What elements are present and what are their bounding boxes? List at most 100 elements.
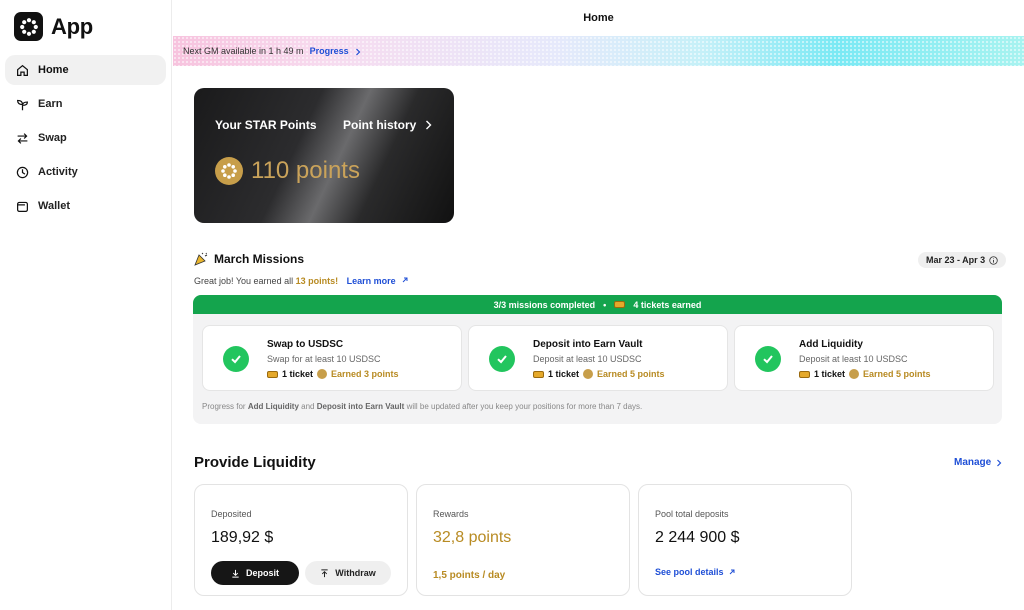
check-circle-icon [489,346,515,372]
ticket-icon [533,370,544,378]
missions-subtitle: Great job! You earned all 13 points! Lea… [194,276,409,286]
ticket-icon [614,301,626,308]
sidebar-item-label: Home [38,64,69,76]
star-coin-icon [317,369,328,379]
swap-arrows-icon [17,132,28,144]
note-text: will be updated after you keep your posi… [406,402,643,411]
note-bold: Add Liquidity [247,402,299,411]
info-icon [989,255,998,265]
mission-desc: Swap for at least 10 USDSC [267,354,381,364]
deposited-label: Deposited [211,509,252,519]
point-history-label: Point history [343,118,417,132]
mission-card-deposit-vault[interactable]: Deposit into Earn Vault Deposit at least… [468,325,728,391]
sidebar-item-activity[interactable]: Activity [5,157,166,187]
mission-desc: Deposit at least 10 USDSC [799,354,908,364]
rewards-card: Rewards 32,8 points 1,5 points / day [416,484,630,596]
chevron-right-icon [356,48,361,56]
mission-name: Add Liquidity [799,339,863,350]
point-history-link[interactable]: Point history [343,118,433,132]
deposit-button[interactable]: Deposit [211,561,299,585]
note-text: Progress for [202,402,246,411]
mission-earned: Earned 5 points [863,369,931,379]
home-icon [17,64,28,76]
missions-note: Progress for Add Liquidity and Deposit i… [202,402,642,411]
mission-desc: Deposit at least 10 USDSC [533,354,642,364]
deposited-value: 189,92 $ [211,529,274,546]
app-name: App [51,13,93,39]
pool-deposits-card: Pool total deposits 2 244 900 $ See pool… [638,484,852,596]
mission-name: Deposit into Earn Vault [533,339,643,350]
external-link-icon [402,277,408,283]
ticket-icon [799,370,810,378]
missions-title: March Missions [214,252,305,266]
see-pool-details-link[interactable]: See pool details [655,567,736,577]
wallet-icon [17,201,28,212]
mission-ticket: 1 ticket [548,369,580,379]
mission-ticket: 1 ticket [814,369,846,379]
deposit-label: Deposit [245,568,279,578]
mission-reward: 1 ticket Earned 5 points [533,369,665,379]
note-bold: Deposit into Earn Vault [316,402,405,411]
upload-icon [321,568,328,577]
liquidity-title: Provide Liquidity [194,454,316,471]
points-value: 110 points [251,157,360,184]
learn-more-link[interactable]: Learn more [347,276,410,286]
sidebar-item-label: Swap [38,132,67,144]
app-logo-icon [14,12,43,41]
missions-subtitle-prefix: Great job! You earned all [194,276,294,286]
star-coin-icon [583,369,594,379]
gm-banner: Next GM available in 1 h 49 m Progress [173,36,1024,66]
tickets-earned-text: 4 tickets earned [633,299,702,310]
progress-link-label: Progress [309,46,349,56]
date-range-text: Mar 23 - Apr 3 [926,255,986,265]
note-text: and [301,402,315,411]
missions-date-range[interactable]: Mar 23 - Apr 3 [918,252,1007,268]
mission-name: Swap to USDSC [267,339,344,350]
missions-completed-text: 3/3 missions completed [493,299,596,310]
star-coin-icon [849,369,860,379]
missions-earned-points: 13 points! [295,276,339,286]
pool-details-label: See pool details [655,567,724,577]
progress-link[interactable]: Progress [310,46,363,56]
sidebar-item-label: Wallet [38,200,70,212]
missions-status-strip: 3/3 missions completed • 4 tickets earne… [193,295,1002,314]
sidebar-item-swap[interactable]: Swap [5,123,166,153]
brand[interactable]: App [14,12,93,41]
points-balance: 110 points [215,157,360,185]
sidebar-item-earn[interactable]: Earn [5,89,166,119]
sidebar: App Home Earn Swap Activity Wallet [0,0,172,610]
chevron-right-icon [426,120,432,130]
external-link-icon [729,569,735,575]
star-points-card: Your STAR Points Point history 110 point… [194,88,454,223]
learn-more-label: Learn more [346,276,396,286]
manage-link[interactable]: Manage [954,457,1003,468]
mission-earned: Earned 5 points [597,369,665,379]
withdraw-label: Withdraw [335,568,376,578]
sidebar-item-label: Earn [38,98,63,110]
gm-countdown-text: Next GM available in 1 h 49 m [183,46,304,56]
mission-earned: Earned 3 points [331,369,399,379]
status-separator: • [603,299,607,310]
mission-ticket: 1 ticket [282,369,314,379]
manage-label: Manage [954,457,992,468]
check-circle-icon [223,346,249,372]
ticket-icon [267,370,278,378]
rewards-rate: 1,5 points / day [433,570,506,581]
sidebar-item-label: Activity [38,166,78,178]
top-bar: Home [173,0,1024,36]
page-title: Home [583,12,614,24]
missions-header: March Missions [194,252,304,266]
withdraw-button[interactable]: Withdraw [305,561,391,585]
party-popper-icon [194,252,208,266]
points-card-title: Your STAR Points [215,118,317,132]
sprout-icon [17,99,28,110]
sidebar-item-home[interactable]: Home [5,55,166,85]
sidebar-item-wallet[interactable]: Wallet [5,191,166,221]
missions-panel: 3/3 missions completed • 4 tickets earne… [193,295,1002,424]
mission-card-add-liquidity[interactable]: Add Liquidity Deposit at least 10 USDSC … [734,325,994,391]
chevron-right-icon [997,459,1002,466]
pool-value: 2 244 900 $ [655,529,740,546]
mission-card-swap[interactable]: Swap to USDSC Swap for at least 10 USDSC… [202,325,462,391]
mission-cards: Swap to USDSC Swap for at least 10 USDSC… [202,325,994,391]
star-coin-icon [215,157,243,185]
